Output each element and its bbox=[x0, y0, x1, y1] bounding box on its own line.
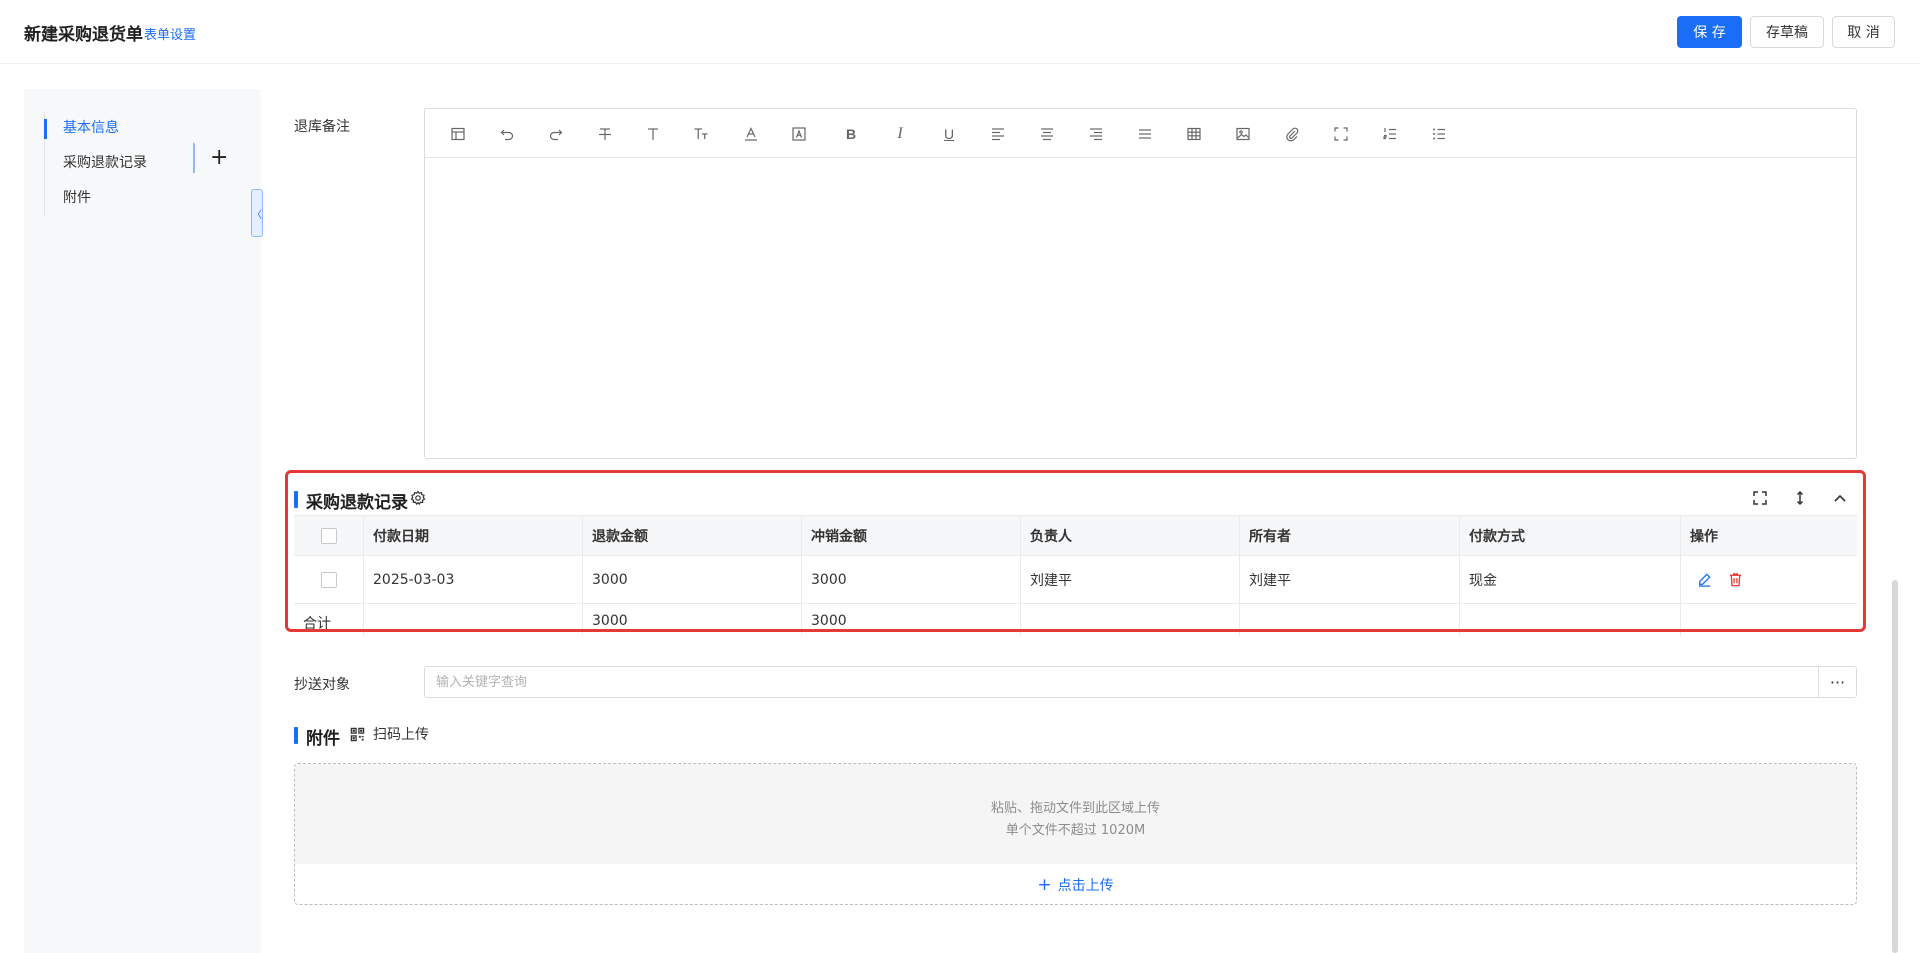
total-empty-cell bbox=[1681, 604, 1857, 636]
table-row: 2025-03-03 3000 3000 刘建平 刘建平 现金 bbox=[294, 556, 1857, 604]
section-marker bbox=[294, 727, 298, 744]
dropzone-area[interactable]: 粘贴、拖动文件到此区域上传 单个文件不超过 1020M bbox=[295, 764, 1856, 864]
fullscreen-icon[interactable] bbox=[1329, 122, 1353, 146]
sidebar: 基本信息 采购退款记录 附件 bbox=[24, 89, 261, 953]
plus-icon[interactable]: + bbox=[210, 145, 228, 170]
page-header: 新建采购退货单 表单设置 保 存 存草稿 取 消 bbox=[0, 0, 1920, 64]
attachment-section-title: 附件 bbox=[306, 729, 340, 749]
column-header-actions: 操作 bbox=[1690, 528, 1718, 545]
nav-item-basic-info[interactable]: 基本信息 bbox=[44, 111, 224, 146]
strikethrough-icon[interactable] bbox=[593, 122, 617, 146]
section-marker bbox=[294, 491, 298, 508]
form-settings-link[interactable]: 表单设置 bbox=[144, 24, 196, 43]
more-options-button[interactable]: ··· bbox=[1818, 666, 1857, 698]
ordered-list-icon[interactable] bbox=[1378, 122, 1402, 146]
font-color-icon[interactable] bbox=[739, 122, 763, 146]
column-header-writeoff-amount[interactable]: 冲销金额 bbox=[802, 516, 1021, 555]
select-all-checkbox[interactable] bbox=[320, 527, 337, 544]
cell-person-in-charge: 刘建平 bbox=[1021, 556, 1240, 603]
total-refund-amount: 3000 bbox=[583, 604, 802, 636]
file-dropzone[interactable]: 粘贴、拖动文件到此区域上传 单个文件不超过 1020M + 点击上传 bbox=[294, 763, 1857, 905]
click-upload-label: 点击上传 bbox=[1057, 877, 1114, 894]
scan-upload-label: 扫码上传 bbox=[373, 727, 429, 743]
page-scrollbar[interactable] bbox=[1892, 580, 1898, 953]
image-icon[interactable] bbox=[1231, 122, 1255, 146]
refund-records-table: 付款日期 退款金额 冲销金额 负责人 所有者 付款方式 操作 2025-03-0… bbox=[294, 515, 1857, 636]
total-label: 合计 bbox=[294, 604, 364, 636]
unordered-list-icon[interactable] bbox=[1427, 122, 1451, 146]
column-header-payment-method[interactable]: 付款方式 bbox=[1460, 516, 1681, 555]
remark-label: 退库备注 bbox=[294, 119, 350, 135]
delete-icon[interactable] bbox=[1725, 570, 1745, 590]
page-title: 新建采购退货单 bbox=[24, 25, 143, 45]
italic-icon[interactable]: I bbox=[888, 122, 912, 146]
template-icon[interactable] bbox=[446, 122, 470, 146]
total-empty-cell bbox=[1021, 604, 1240, 636]
row-checkbox[interactable] bbox=[320, 571, 337, 588]
total-writeoff-amount: 3000 bbox=[802, 604, 1021, 636]
save-draft-button[interactable]: 存草稿 bbox=[1750, 16, 1824, 48]
header-select-cell bbox=[294, 516, 364, 555]
nav-item-attachment[interactable]: 附件 bbox=[45, 181, 224, 216]
cc-search-input[interactable] bbox=[424, 666, 1819, 698]
column-header-owner[interactable]: 所有者 bbox=[1240, 516, 1460, 555]
justify-icon[interactable] bbox=[1133, 122, 1157, 146]
save-button[interactable]: 保 存 bbox=[1677, 16, 1742, 48]
column-header-person-in-charge[interactable]: 负责人 bbox=[1021, 516, 1240, 555]
table-total-row: 合计 3000 3000 bbox=[294, 604, 1857, 636]
cell-actions bbox=[1681, 556, 1857, 603]
undo-icon[interactable] bbox=[495, 122, 519, 146]
total-empty-cell bbox=[1240, 604, 1460, 636]
align-left-icon[interactable] bbox=[986, 122, 1010, 146]
column-header-refund-amount[interactable]: 退款金额 bbox=[583, 516, 802, 555]
edit-icon[interactable] bbox=[1694, 570, 1714, 590]
dropzone-hint: 粘贴、拖动文件到此区域上传 bbox=[990, 801, 1160, 816]
collapse-sidebar-handle[interactable]: 〈 bbox=[251, 189, 263, 237]
scan-upload-button[interactable]: 扫码上传 bbox=[350, 724, 429, 744]
column-header-payment-date[interactable]: 付款日期 bbox=[364, 516, 583, 555]
row-select-cell bbox=[294, 556, 364, 603]
total-empty-cell bbox=[364, 604, 583, 636]
cell-writeoff-amount: 3000 bbox=[802, 556, 1021, 603]
table-icon[interactable] bbox=[1182, 122, 1206, 146]
cell-owner: 刘建平 bbox=[1240, 556, 1460, 603]
chevron-up-icon[interactable] bbox=[1830, 488, 1850, 508]
qr-code-icon bbox=[350, 727, 365, 742]
rich-text-editor[interactable]: B I U bbox=[424, 108, 1857, 459]
bold-icon[interactable]: B bbox=[839, 122, 863, 146]
redo-icon[interactable] bbox=[544, 122, 568, 146]
cancel-button[interactable]: 取 消 bbox=[1832, 16, 1895, 48]
table-header-row: 付款日期 退款金额 冲销金额 负责人 所有者 付款方式 操作 bbox=[294, 516, 1857, 556]
align-center-icon[interactable] bbox=[1035, 122, 1059, 146]
underline-icon[interactable]: U bbox=[937, 122, 961, 146]
font-size-icon[interactable] bbox=[689, 122, 713, 146]
align-right-icon[interactable] bbox=[1084, 122, 1108, 146]
cell-payment-date: 2025-03-03 bbox=[364, 556, 583, 603]
refund-section-title: 采购退款记录 bbox=[306, 493, 408, 513]
click-upload-button[interactable]: + 点击上传 bbox=[295, 864, 1856, 904]
background-color-icon[interactable] bbox=[787, 122, 811, 146]
cell-payment-method: 现金 bbox=[1460, 556, 1681, 603]
expand-fullscreen-icon[interactable] bbox=[1750, 488, 1770, 508]
font-icon[interactable] bbox=[641, 122, 665, 146]
settings-gear-icon[interactable] bbox=[408, 488, 428, 508]
cell-refund-amount: 3000 bbox=[583, 556, 802, 603]
cc-label: 抄送对象 bbox=[294, 677, 350, 693]
editor-toolbar: B I U bbox=[425, 109, 1856, 158]
dropzone-size-limit: 单个文件不超过 1020M bbox=[1005, 823, 1146, 838]
row-height-icon[interactable] bbox=[1790, 488, 1810, 508]
total-empty-cell bbox=[1460, 604, 1681, 636]
attachment-icon[interactable] bbox=[1280, 122, 1304, 146]
plus-icon: + bbox=[1037, 874, 1052, 895]
